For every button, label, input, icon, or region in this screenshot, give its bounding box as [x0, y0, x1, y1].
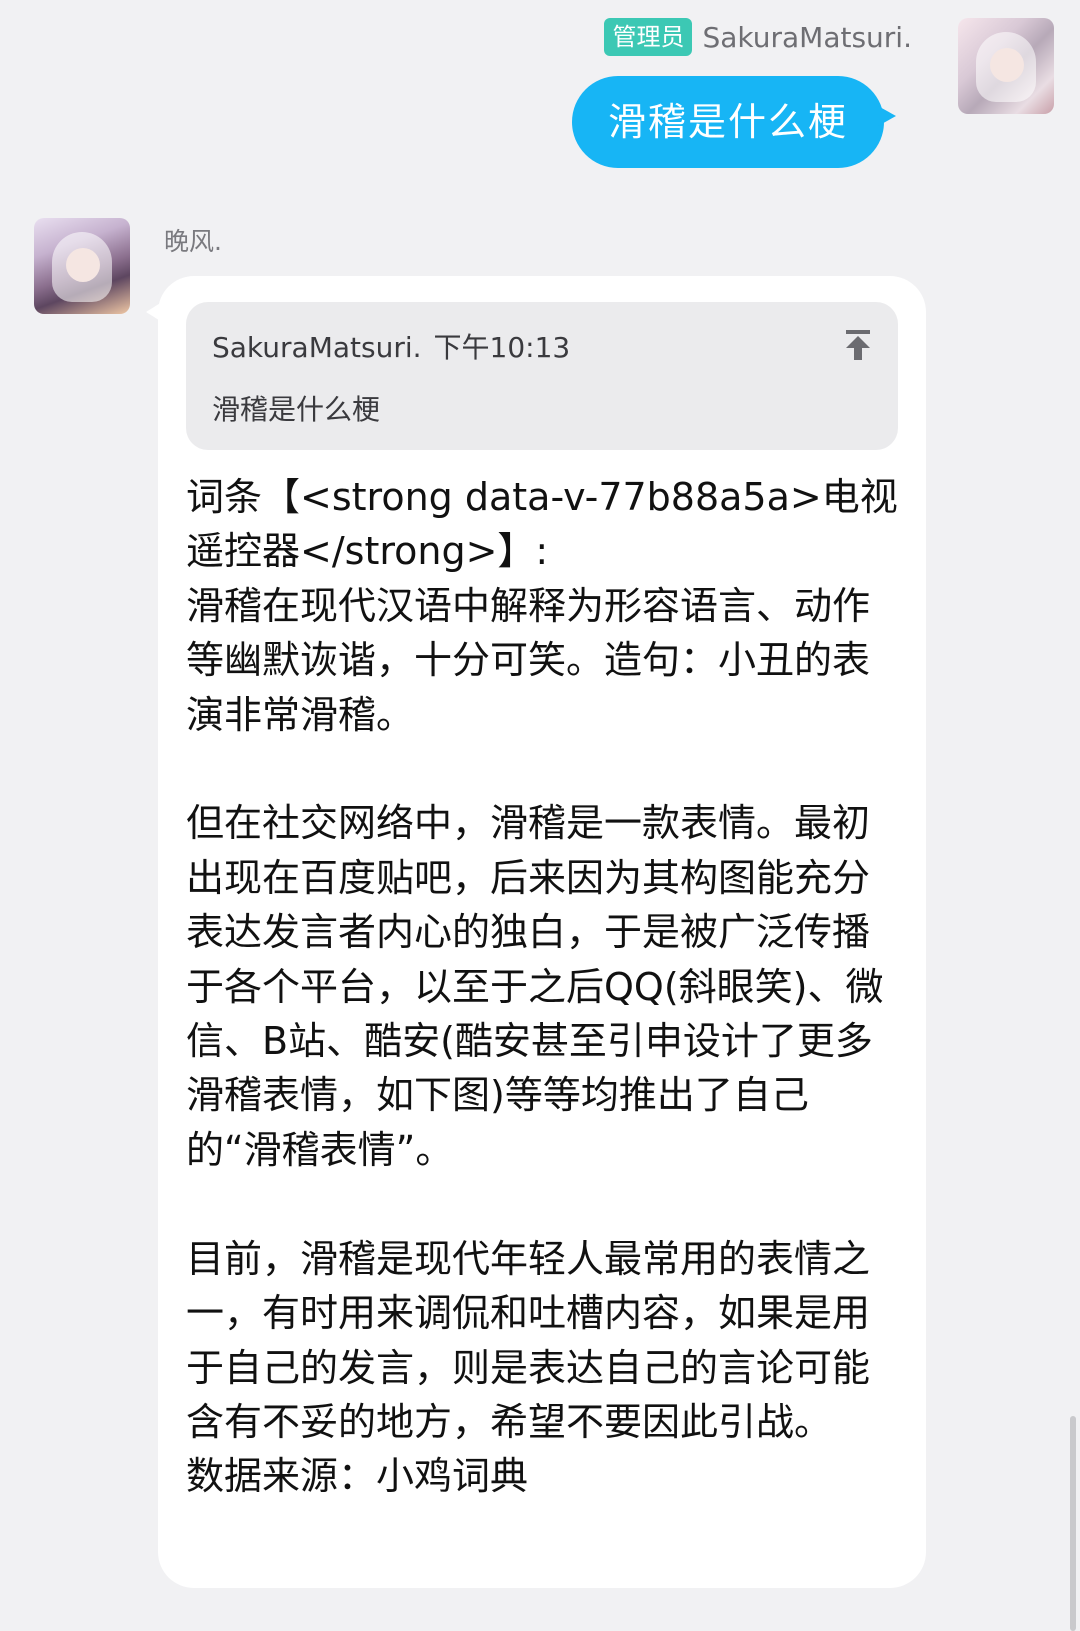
- quote-header: SakuraMatsuri. 下午10:13: [212, 326, 582, 366]
- other-avatar[interactable]: [34, 218, 130, 314]
- sent-message-row: 管理员 SakuraMatsuri. 滑稽是什么梗: [0, 0, 1080, 200]
- jump-to-top-icon[interactable]: [844, 328, 872, 362]
- quote-author: SakuraMatsuri.: [212, 331, 422, 364]
- reply-text: 词条【<strong data-v-77b88a5a>电视遥控器</strong…: [186, 475, 898, 1499]
- quote-time: 下午10:13: [433, 331, 571, 364]
- sent-message-bubble[interactable]: 滑稽是什么梗: [571, 76, 897, 168]
- other-sender-name[interactable]: 晚风.: [164, 222, 222, 258]
- admin-badge: 管理员: [604, 18, 693, 56]
- sender-name[interactable]: SakuraMatsuri.: [702, 21, 912, 54]
- quoted-message[interactable]: SakuraMatsuri. 下午10:13 滑稽是什么梗: [186, 302, 898, 450]
- my-avatar[interactable]: [958, 18, 1054, 114]
- quote-text: 滑稽是什么梗: [212, 393, 381, 426]
- sender-meta: 管理员 SakuraMatsuri.: [604, 18, 912, 56]
- scrollbar[interactable]: [1070, 1416, 1076, 1631]
- reply-message-bubble[interactable]: SakuraMatsuri. 下午10:13 滑稽是什么梗 词条【<strong …: [146, 276, 926, 1588]
